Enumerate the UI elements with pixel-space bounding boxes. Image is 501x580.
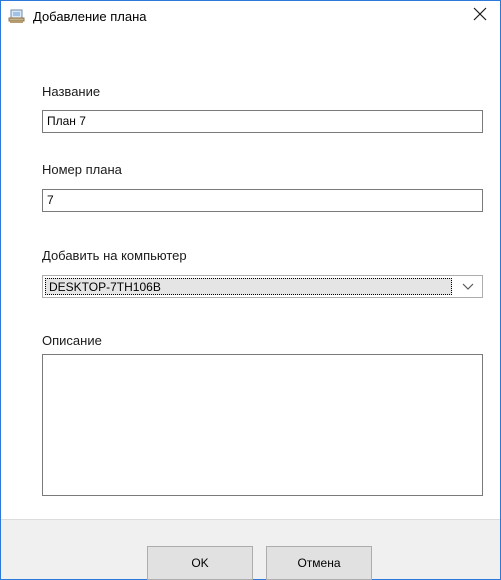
plan-window-icon [8, 9, 26, 25]
ok-button[interactable]: OK [147, 546, 253, 580]
dialog-footer: OK Отмена [1, 519, 500, 580]
add-plan-dialog: Добавление плана Название План 7 Номер п… [0, 0, 501, 580]
close-icon [473, 7, 487, 26]
window-title: Добавление плана [33, 9, 147, 24]
form-area: Название План 7 Номер плана 7 Добавить н… [1, 31, 500, 519]
description-textarea[interactable] [42, 354, 483, 496]
computer-label: Добавить на компьютер [42, 248, 187, 263]
name-label: Название [42, 84, 101, 99]
close-button[interactable] [460, 1, 500, 31]
computer-select-value: DESKTOP-7TH106B [45, 278, 452, 295]
computer-select[interactable]: DESKTOP-7TH106B [42, 275, 483, 298]
description-label: Описание [42, 333, 102, 348]
title-bar[interactable]: Добавление плана [1, 1, 500, 31]
plan-number-label: Номер плана [42, 162, 122, 177]
name-input[interactable]: План 7 [42, 110, 483, 133]
cancel-button[interactable]: Отмена [266, 546, 372, 580]
dropdown-button[interactable] [454, 276, 482, 297]
chevron-down-icon [462, 278, 474, 296]
plan-number-input[interactable]: 7 [42, 189, 483, 212]
